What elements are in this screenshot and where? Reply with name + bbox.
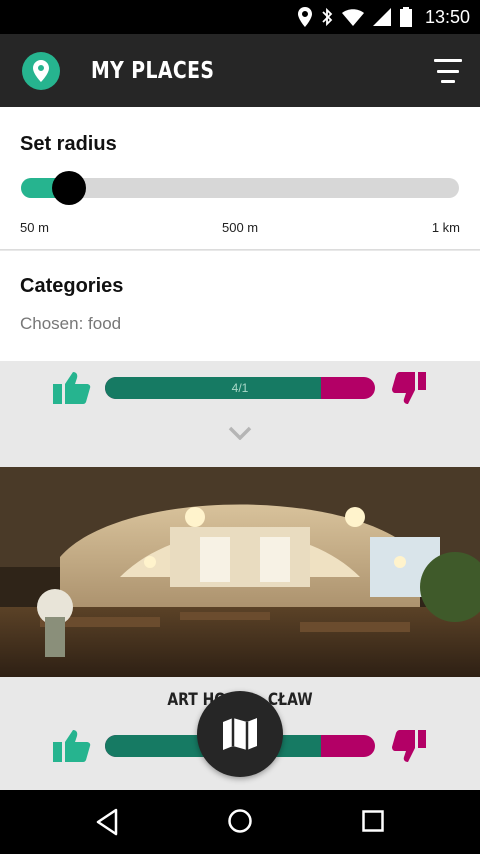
- home-icon[interactable]: [227, 808, 253, 834]
- radius-tick-mid: 500 m: [222, 220, 259, 235]
- page-title: MY PLACES: [91, 57, 215, 84]
- bluetooth-icon: [322, 7, 333, 27]
- radius-card: Set radius 50 m 500 m 1 km: [0, 107, 480, 250]
- place-photo[interactable]: [0, 467, 480, 677]
- app-bar: MY PLACES: [0, 34, 480, 107]
- vote-ratio-text: 4/1: [231, 381, 249, 395]
- signal-icon: [372, 8, 391, 26]
- wifi-icon: [341, 8, 364, 26]
- radius-title: Set radius: [20, 133, 117, 155]
- battery-icon: [399, 7, 412, 27]
- recents-icon[interactable]: [362, 810, 384, 832]
- system-nav-bar: [0, 790, 480, 854]
- map-icon: [223, 718, 257, 750]
- categories-chosen: Chosen: food: [20, 314, 122, 333]
- radius-tick-min: 50 m: [20, 220, 49, 235]
- thumbs-down-icon[interactable]: [392, 730, 426, 764]
- status-time: 13:50: [424, 6, 470, 27]
- thumbs-up-icon[interactable]: [53, 370, 91, 406]
- filter-icon[interactable]: [428, 56, 462, 86]
- chevron-down-icon[interactable]: [228, 426, 252, 440]
- vote-ratio-bar: 4/1: [105, 377, 375, 399]
- radius-slider[interactable]: [21, 171, 459, 205]
- status-bar: 13:50: [0, 0, 480, 34]
- categories-title: Categories: [20, 275, 124, 297]
- thumbs-up-icon[interactable]: [53, 728, 91, 764]
- back-icon[interactable]: [95, 808, 119, 836]
- categories-card[interactable]: Categories Chosen: food: [0, 251, 480, 361]
- radius-slider-thumb[interactable]: [52, 171, 87, 205]
- place-vote-row: 4/1: [0, 362, 480, 422]
- map-pin-icon[interactable]: [22, 51, 60, 90]
- location-icon: [297, 7, 312, 27]
- map-button[interactable]: [197, 691, 283, 777]
- thumbs-down-icon[interactable]: [392, 372, 426, 406]
- radius-tick-max: 1 km: [431, 220, 460, 235]
